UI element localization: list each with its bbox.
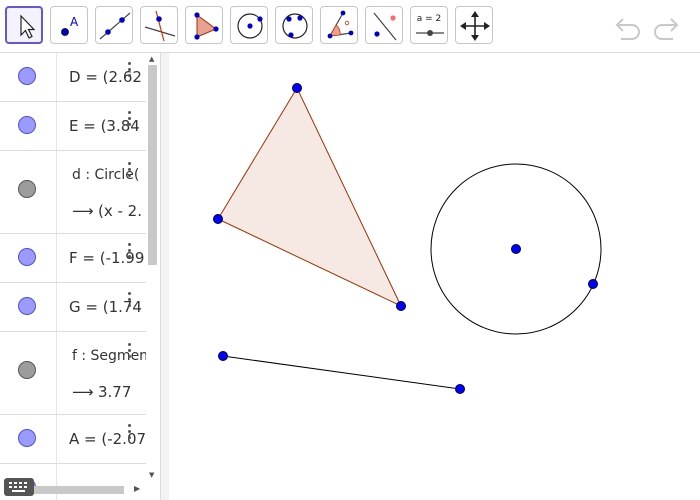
point[interactable] bbox=[292, 83, 302, 93]
more-options-icon[interactable] bbox=[128, 343, 132, 359]
circle-center-icon bbox=[237, 13, 263, 39]
visibility-toggle-d[interactable] bbox=[18, 180, 36, 198]
algebra-output-f: ⟶ 3.77 bbox=[72, 383, 132, 401]
scrollbar-thumb[interactable] bbox=[34, 486, 124, 494]
algebra-row-d[interactable]: d : Circle( ⟶ (x - 2. bbox=[0, 151, 146, 234]
algebra-row-E[interactable]: E = (3.84 bbox=[0, 102, 146, 151]
perpendicular-line-icon bbox=[144, 10, 176, 42]
circle-center-point[interactable] bbox=[511, 244, 521, 254]
graphics-view[interactable] bbox=[168, 53, 700, 500]
algebra-row-A[interactable]: A = (-2.07 bbox=[0, 415, 146, 464]
more-options-icon[interactable] bbox=[128, 111, 132, 127]
move-tool-button[interactable] bbox=[5, 6, 43, 44]
visibility-toggle-G[interactable] bbox=[18, 297, 36, 315]
keyboard-toggle-button[interactable] bbox=[4, 478, 34, 496]
visibility-toggle-D[interactable] bbox=[18, 67, 36, 85]
algebra-definition-F[interactable]: F = (-1.99 bbox=[69, 249, 144, 267]
redo-icon[interactable] bbox=[650, 10, 682, 42]
angle-tool-button[interactable] bbox=[320, 6, 358, 44]
point[interactable] bbox=[396, 301, 406, 311]
scroll-up-arrow-icon[interactable]: ▲ bbox=[149, 55, 154, 63]
perpendicular-line-tool-button[interactable] bbox=[140, 6, 178, 44]
polygon-tool-button[interactable] bbox=[185, 6, 223, 44]
keyboard-icon bbox=[9, 482, 27, 492]
more-options-icon[interactable] bbox=[128, 162, 132, 178]
reflect-icon bbox=[373, 12, 397, 41]
scroll-down-arrow-icon[interactable]: ▼ bbox=[149, 471, 154, 479]
circle-three-points-tool-button[interactable] bbox=[275, 6, 313, 44]
reflect-tool-button[interactable] bbox=[365, 6, 403, 44]
scrollbar-thumb[interactable] bbox=[148, 65, 157, 265]
line-tool-button[interactable] bbox=[95, 6, 133, 44]
algebra-row-G[interactable]: G = (1.74 bbox=[0, 283, 146, 332]
point-tool-glyph: A bbox=[70, 15, 79, 29]
arrow-right-icon: ⟶ bbox=[72, 202, 94, 220]
algebra-row-F[interactable]: F = (-1.99 bbox=[0, 234, 146, 283]
point-icon: A bbox=[61, 15, 79, 36]
slider-tool-button[interactable]: a = 2 bbox=[410, 6, 448, 44]
segment-endpoint[interactable] bbox=[218, 351, 228, 361]
algebra-view: D = (2.62 E = (3.84 d : Circle( ⟶ (x - 2.… bbox=[0, 53, 146, 500]
angle-icon bbox=[327, 10, 354, 39]
move-graphics-view-tool-button[interactable] bbox=[455, 6, 493, 44]
algebra-row-D[interactable]: D = (2.62 bbox=[0, 53, 146, 102]
visibility-toggle-f[interactable] bbox=[18, 361, 36, 379]
more-options-icon[interactable] bbox=[128, 62, 132, 78]
visibility-toggle-A[interactable] bbox=[18, 429, 36, 447]
toolbar: A a = 2 bbox=[0, 0, 700, 53]
move-cross-arrows-icon bbox=[460, 11, 490, 41]
more-options-icon[interactable] bbox=[128, 243, 132, 259]
circle-center-point-tool-button[interactable] bbox=[230, 6, 268, 44]
arrow-cursor-icon bbox=[20, 14, 36, 39]
algebra-row-f[interactable]: f : Segmen ⟶ 3.77 bbox=[0, 332, 146, 415]
algebra-definition-f[interactable]: f : Segmen bbox=[72, 348, 146, 364]
circle-point[interactable] bbox=[588, 279, 598, 289]
circle-three-points-icon bbox=[282, 13, 308, 39]
point[interactable] bbox=[213, 214, 223, 224]
more-options-icon[interactable] bbox=[128, 424, 132, 440]
arrow-right-icon: ⟶ bbox=[72, 383, 94, 401]
polygon-icon bbox=[194, 12, 219, 40]
algebra-vertical-scrollbar[interactable]: ▲ ▼ bbox=[146, 53, 160, 483]
more-options-icon[interactable] bbox=[128, 292, 132, 308]
line-icon bbox=[99, 12, 131, 40]
visibility-toggle-E[interactable] bbox=[18, 116, 36, 134]
scroll-right-arrow-icon[interactable]: ▶ bbox=[134, 484, 140, 493]
triangle-polygon[interactable] bbox=[217, 86, 403, 308]
slider-icon bbox=[416, 30, 444, 36]
algebra-output-d: ⟶ (x - 2. bbox=[72, 202, 142, 220]
segment-f[interactable] bbox=[222, 355, 461, 390]
algebra-definition-A[interactable]: A = (-2.07 bbox=[69, 430, 146, 448]
point-tool-button[interactable]: A bbox=[50, 6, 88, 44]
undo-icon[interactable] bbox=[612, 10, 644, 42]
segment-endpoint[interactable] bbox=[455, 384, 465, 394]
visibility-toggle-F[interactable] bbox=[18, 248, 36, 266]
